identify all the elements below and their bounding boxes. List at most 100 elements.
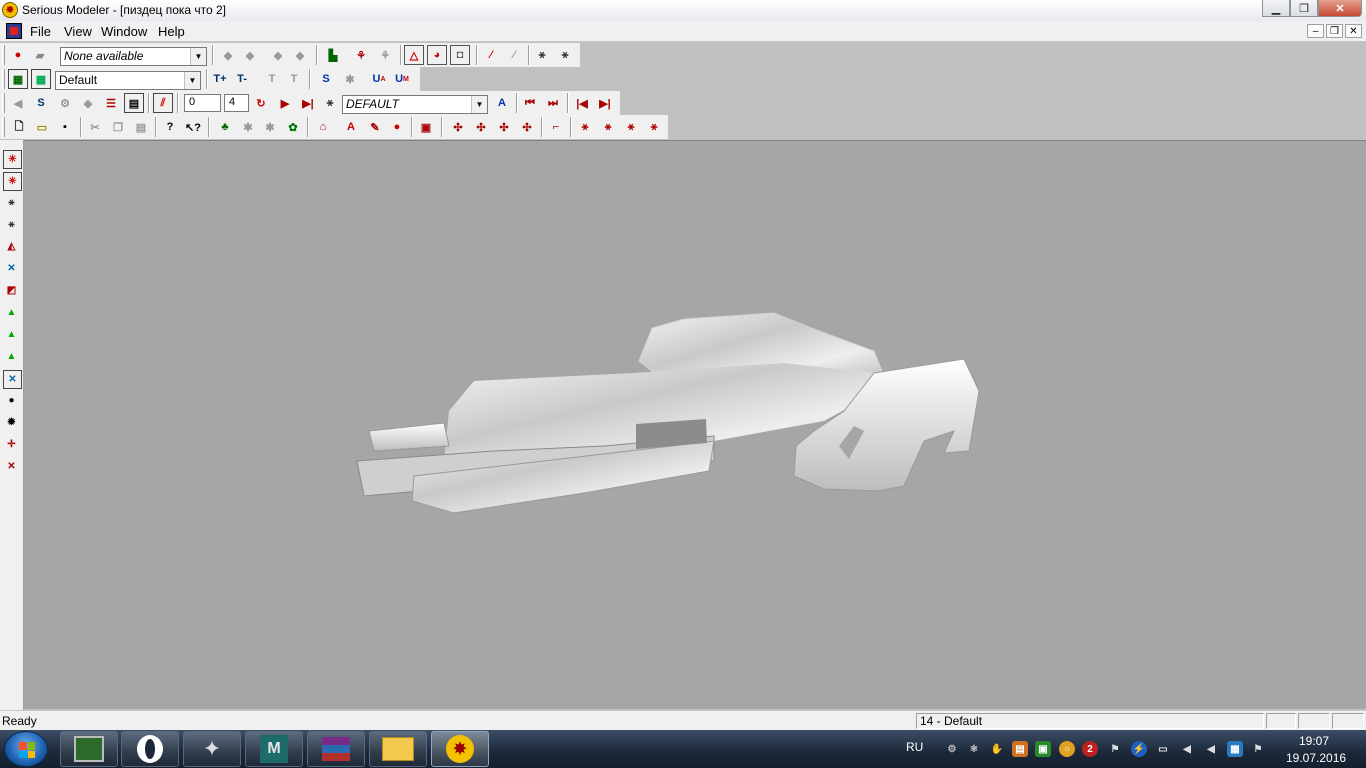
bone-icon-1[interactable]: ⚹ (575, 117, 595, 137)
taskbar-app-3ds-max[interactable]: M (245, 731, 303, 767)
texture-view-icon[interactable]: ◩ (3, 282, 20, 299)
tray-volume-icon[interactable]: ◀ (1179, 741, 1195, 757)
paint-icon[interactable]: ✎ (365, 117, 385, 137)
bug-icon[interactable]: ✹ (3, 414, 20, 431)
document-icon[interactable] (6, 23, 22, 39)
bomb-icon[interactable]: ● (8, 45, 28, 65)
open-folder-icon[interactable]: ▭ (32, 117, 52, 137)
model-viewport[interactable] (24, 140, 1366, 709)
context-help-icon[interactable]: ↖? (183, 117, 203, 137)
language-indicator[interactable]: RU (906, 740, 923, 754)
restore-button[interactable]: ❐ (1290, 0, 1318, 17)
cube-icon[interactable]: ▣ (416, 117, 436, 137)
tray-monitor-icon[interactable]: ▣ (1035, 741, 1051, 757)
crosshair-icon[interactable]: ✛ (3, 436, 20, 453)
next-frame-icon[interactable]: ▶| (595, 93, 615, 113)
axes-icon[interactable]: ✕ (3, 458, 20, 475)
light-icon-2[interactable]: ⚹ (555, 45, 575, 65)
frame-field[interactable]: 4 (224, 94, 249, 112)
taskbar-app-explorer[interactable] (369, 731, 427, 767)
mesh-tool-icon-1[interactable]: ⚹ (3, 194, 20, 211)
taskbar-app-system-monitor[interactable] (60, 731, 118, 767)
truck-icon[interactable]: ▰ (30, 45, 50, 65)
light-dot-icon[interactable]: ● (3, 392, 20, 409)
tray-steam-icon[interactable]: ⚛ (966, 741, 982, 757)
new-file-icon[interactable]: 🗋 (9, 117, 29, 137)
tray-display-icon[interactable]: ▭ (1155, 741, 1171, 757)
tray-notification-icon[interactable]: ⚑ (1250, 741, 1266, 757)
star-icon-1[interactable]: ✱ (238, 117, 258, 137)
help-icon[interactable]: ? (160, 117, 180, 137)
list-icon[interactable]: ☰ (101, 93, 121, 113)
gear-icon[interactable]: ⚙ (55, 93, 75, 113)
bone-icon-3[interactable]: ⚹ (621, 117, 641, 137)
menu-view[interactable]: View (64, 24, 92, 39)
picture-icon-1[interactable]: ▦ (8, 69, 28, 89)
shading-icon[interactable]: ◭ (3, 238, 20, 255)
animation-select[interactable]: DEFAULT ▼ (342, 95, 488, 114)
frame-start-field[interactable]: 0 (184, 94, 221, 112)
star-icon-2[interactable]: ✱ (260, 117, 280, 137)
taskbar-app-serious-modeler[interactable]: ✸ (431, 731, 489, 767)
tray-flag-icon[interactable]: ⚑ (1107, 741, 1123, 757)
surface-s-icon[interactable]: S (316, 69, 336, 89)
axis-icon-1[interactable]: ✣ (448, 117, 468, 137)
axis-icon-3[interactable]: ✣ (494, 117, 514, 137)
texture-add-icon[interactable]: T+ (210, 69, 230, 89)
last-frame-icon[interactable]: ⏭ (543, 93, 563, 113)
menu-file[interactable]: File (30, 24, 51, 39)
axis-corner-icon[interactable]: ⌐ (546, 117, 566, 137)
tray-circle-icon[interactable]: ○ (1059, 741, 1075, 757)
figure-icon-1[interactable]: ⚘ (351, 45, 371, 65)
tray-hand-icon[interactable]: ✋ (989, 741, 1005, 757)
play-icon[interactable]: ▶ (275, 93, 295, 113)
bone-icon-4[interactable]: ⚹ (644, 117, 664, 137)
taskbar-app-opera[interactable] (121, 731, 179, 767)
uv-a-icon[interactable]: UA (369, 69, 389, 89)
mdi-minimize-button[interactable]: – (1307, 24, 1324, 38)
tray-badge-icon[interactable]: 2 (1082, 741, 1098, 757)
light-icon-1[interactable]: ⚹ (532, 45, 552, 65)
picture-icon-2[interactable]: ▦ (31, 69, 51, 89)
shape-icon[interactable]: ◘ (450, 45, 470, 65)
house-icon[interactable]: ⌂ (313, 117, 333, 137)
figure-icon-2[interactable]: ⚘ (375, 45, 395, 65)
mdi-close-button[interactable]: ✕ (1345, 24, 1362, 38)
next-texture-icon[interactable]: T (284, 69, 304, 89)
tree-icon[interactable]: ♣ (215, 117, 235, 137)
skin-select[interactable]: None available ▼ (60, 47, 207, 66)
tray-network-icon[interactable]: ⚙ (944, 741, 960, 757)
app-icon[interactable]: ✸ (2, 2, 18, 18)
film-icon[interactable]: ▤ (124, 93, 144, 113)
paste-icon[interactable]: ▤ (131, 117, 151, 137)
marker-icon[interactable]: ◆ (78, 93, 98, 113)
tray-speaker-icon[interactable]: ◀ (1203, 741, 1219, 757)
mapping-icon[interactable]: ▙ (323, 45, 343, 65)
axis-icon-4[interactable]: ✣ (517, 117, 537, 137)
ground-view-icon[interactable]: ▲ (3, 326, 20, 343)
cut-icon[interactable]: ✂ (85, 117, 105, 137)
close-button[interactable]: ✕ (1318, 0, 1362, 17)
wireframe-icon[interactable]: ✳ (3, 172, 22, 191)
animation-a-icon[interactable]: A (492, 93, 512, 113)
pose-icon-1[interactable]: ◆ (218, 45, 238, 65)
back-icon[interactable]: ◀ (8, 93, 28, 113)
color-wheel-icon[interactable]: ● (387, 117, 407, 137)
first-frame-icon[interactable]: ⏮ (520, 93, 540, 113)
prev-frame-icon[interactable]: |◀ (572, 93, 592, 113)
start-button[interactable] (4, 731, 48, 767)
pose-icon-3[interactable]: ◆ (268, 45, 288, 65)
triangle-icon[interactable]: △ (404, 45, 424, 65)
collision-view-icon[interactable]: ✕ (3, 370, 22, 389)
taskbar-app-game[interactable]: ✦ (183, 731, 241, 767)
mesh-tool-icon-2[interactable]: ⚹ (3, 216, 20, 233)
save-icon[interactable]: ▪ (55, 117, 75, 137)
loop-icon[interactable]: ↻ (251, 93, 271, 113)
pose-icon-4[interactable]: ◆ (290, 45, 310, 65)
plant-icon[interactable]: ✿ (283, 117, 303, 137)
axis-icon-2[interactable]: ✣ (471, 117, 491, 137)
pose-icon-2[interactable]: ◆ (240, 45, 260, 65)
brush-icon[interactable]: ⁄ (481, 45, 501, 65)
surface-select[interactable]: Default ▼ (55, 71, 201, 90)
normals-icon[interactable]: ✕ (3, 260, 20, 277)
